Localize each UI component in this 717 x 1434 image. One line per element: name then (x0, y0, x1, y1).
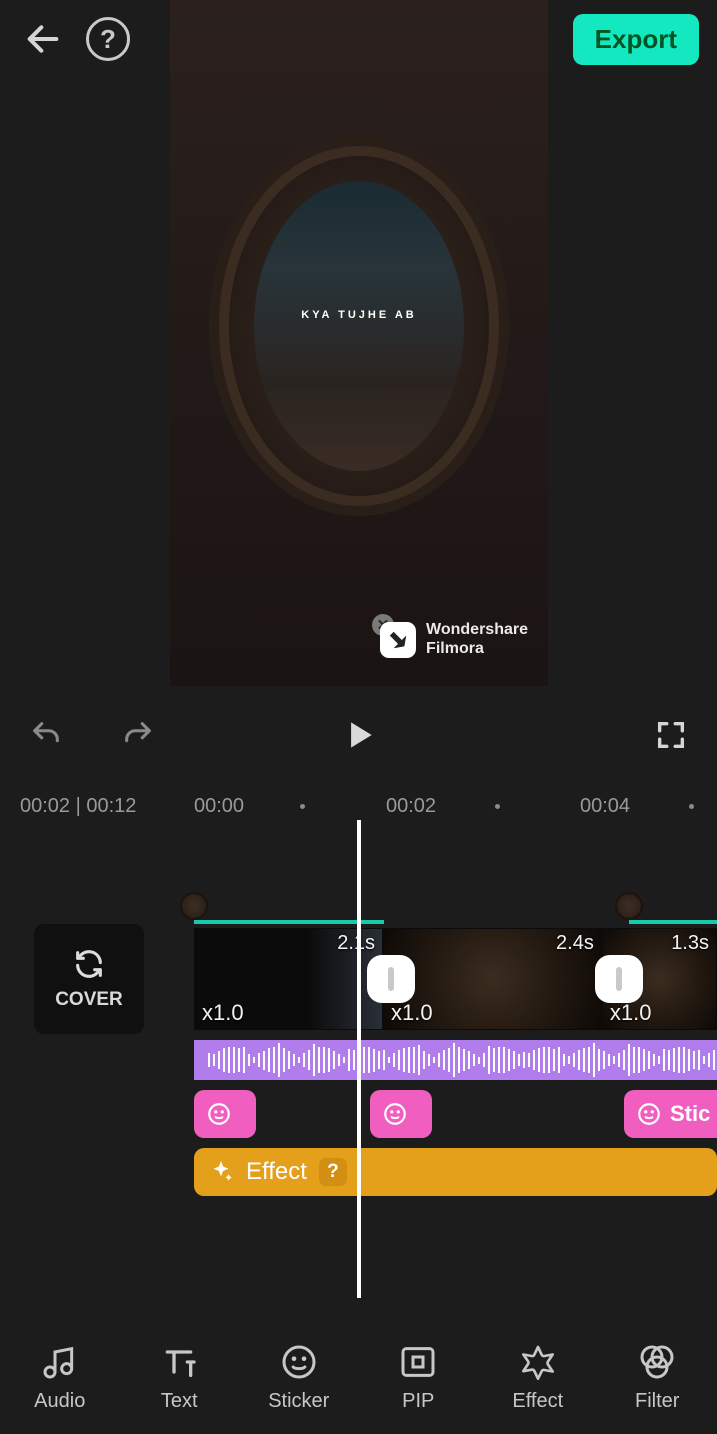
sticker-clip[interactable] (194, 1090, 256, 1138)
clip-speed: x1.0 (391, 1000, 433, 1026)
tool-label: PIP (402, 1390, 434, 1413)
watermark[interactable]: ✕ Wondershare Filmora (380, 621, 528, 658)
sticker-icon (279, 1342, 319, 1382)
audio-icon (40, 1342, 80, 1382)
export-button[interactable]: Export (573, 14, 699, 65)
tool-label: Effect (512, 1390, 563, 1413)
arrow-left-icon (23, 19, 63, 59)
back-button[interactable] (18, 14, 68, 64)
clip-speed: x1.0 (202, 1000, 244, 1026)
help-button[interactable]: ? (86, 17, 130, 61)
ruler-dot (495, 804, 500, 809)
sticker-clip[interactable]: Stic (624, 1090, 717, 1138)
clip[interactable]: 2.1s x1.0 (194, 928, 383, 1030)
undo-button[interactable] (26, 715, 66, 755)
bottom-toolbar: Audio Text Sticker PIP Effect Filter (0, 1320, 717, 1434)
effect-icon (518, 1342, 558, 1382)
mirror-scene: KYA TUJHE AB (254, 181, 464, 471)
tool-filter[interactable]: Filter (602, 1342, 712, 1413)
tool-audio[interactable]: Audio (5, 1342, 115, 1413)
keyframe-segment (629, 920, 717, 924)
clip-speed: x1.0 (610, 1000, 652, 1026)
tool-label: Text (161, 1390, 198, 1413)
sticker-face-icon (636, 1101, 662, 1127)
effect-track[interactable]: Effect ? (194, 1148, 717, 1196)
playback-controls (0, 700, 717, 770)
transition-icon (616, 967, 622, 991)
transition-button[interactable] (595, 955, 643, 1003)
tool-label: Filter (635, 1390, 679, 1413)
ruler-dot (689, 804, 694, 809)
mirror-frame: KYA TUJHE AB (229, 156, 489, 496)
text-icon (159, 1342, 199, 1382)
time-position: 00:02 | 00:12 (20, 795, 136, 818)
fullscreen-icon (654, 718, 688, 752)
cover-button[interactable]: COVER (34, 924, 144, 1034)
tool-sticker[interactable]: Sticker (244, 1342, 354, 1413)
keyframe-marker[interactable] (180, 892, 208, 920)
clip-duration: 2.4s (556, 932, 594, 955)
play-icon (340, 716, 378, 754)
tool-text[interactable]: Text (124, 1342, 234, 1413)
tool-label: Sticker (268, 1390, 329, 1413)
refresh-icon (72, 947, 106, 981)
sparkle-icon (208, 1159, 234, 1185)
redo-icon (121, 718, 155, 752)
effect-help-badge[interactable]: ? (319, 1158, 347, 1186)
cover-label: COVER (55, 989, 123, 1011)
tool-label: Audio (34, 1390, 85, 1413)
keyframe-row[interactable] (194, 892, 717, 924)
clip-duration: 1.3s (671, 932, 709, 955)
ruler-tick: 00:02 (386, 795, 436, 818)
video-preview[interactable]: KYA TUJHE AB ✕ Wondershare Filmora (170, 0, 548, 686)
transition-icon (388, 967, 394, 991)
redo-button[interactable] (118, 715, 158, 755)
watermark-text: Wondershare Filmora (426, 621, 528, 658)
clip-track[interactable]: 2.1s x1.0 2.4s x1.0 1.3s x1.0 + (194, 928, 717, 1030)
timeline-ruler[interactable]: 00:02 | 00:12 00:00 00:02 00:04 (0, 788, 717, 824)
filmora-logo-icon (380, 622, 416, 658)
sticker-label: Stic (670, 1101, 710, 1127)
ruler-dot (300, 804, 305, 809)
transition-button[interactable] (367, 955, 415, 1003)
keyframe-segment (194, 920, 384, 924)
ruler-tick: 00:00 (194, 795, 244, 818)
sticker-face-icon (382, 1101, 408, 1127)
sticker-face-icon (206, 1101, 232, 1127)
audio-track[interactable] (194, 1040, 717, 1080)
ruler-tick: 00:04 (580, 795, 630, 818)
sticker-clip[interactable] (370, 1090, 432, 1138)
tool-pip[interactable]: PIP (363, 1342, 473, 1413)
play-button[interactable] (340, 716, 378, 754)
sticker-track[interactable]: Stic (194, 1090, 717, 1138)
undo-icon (29, 718, 63, 752)
tool-effect[interactable]: Effect (483, 1342, 593, 1413)
filter-icon (637, 1342, 677, 1382)
pip-icon (398, 1342, 438, 1382)
effect-label: Effect (246, 1158, 307, 1186)
fullscreen-button[interactable] (651, 715, 691, 755)
playhead[interactable] (357, 820, 361, 1298)
audio-waveform (208, 1040, 717, 1080)
keyframe-marker[interactable] (615, 892, 643, 920)
overlay-caption: KYA TUJHE AB (254, 309, 464, 321)
clip[interactable]: 2.4s x1.0 (383, 928, 602, 1030)
